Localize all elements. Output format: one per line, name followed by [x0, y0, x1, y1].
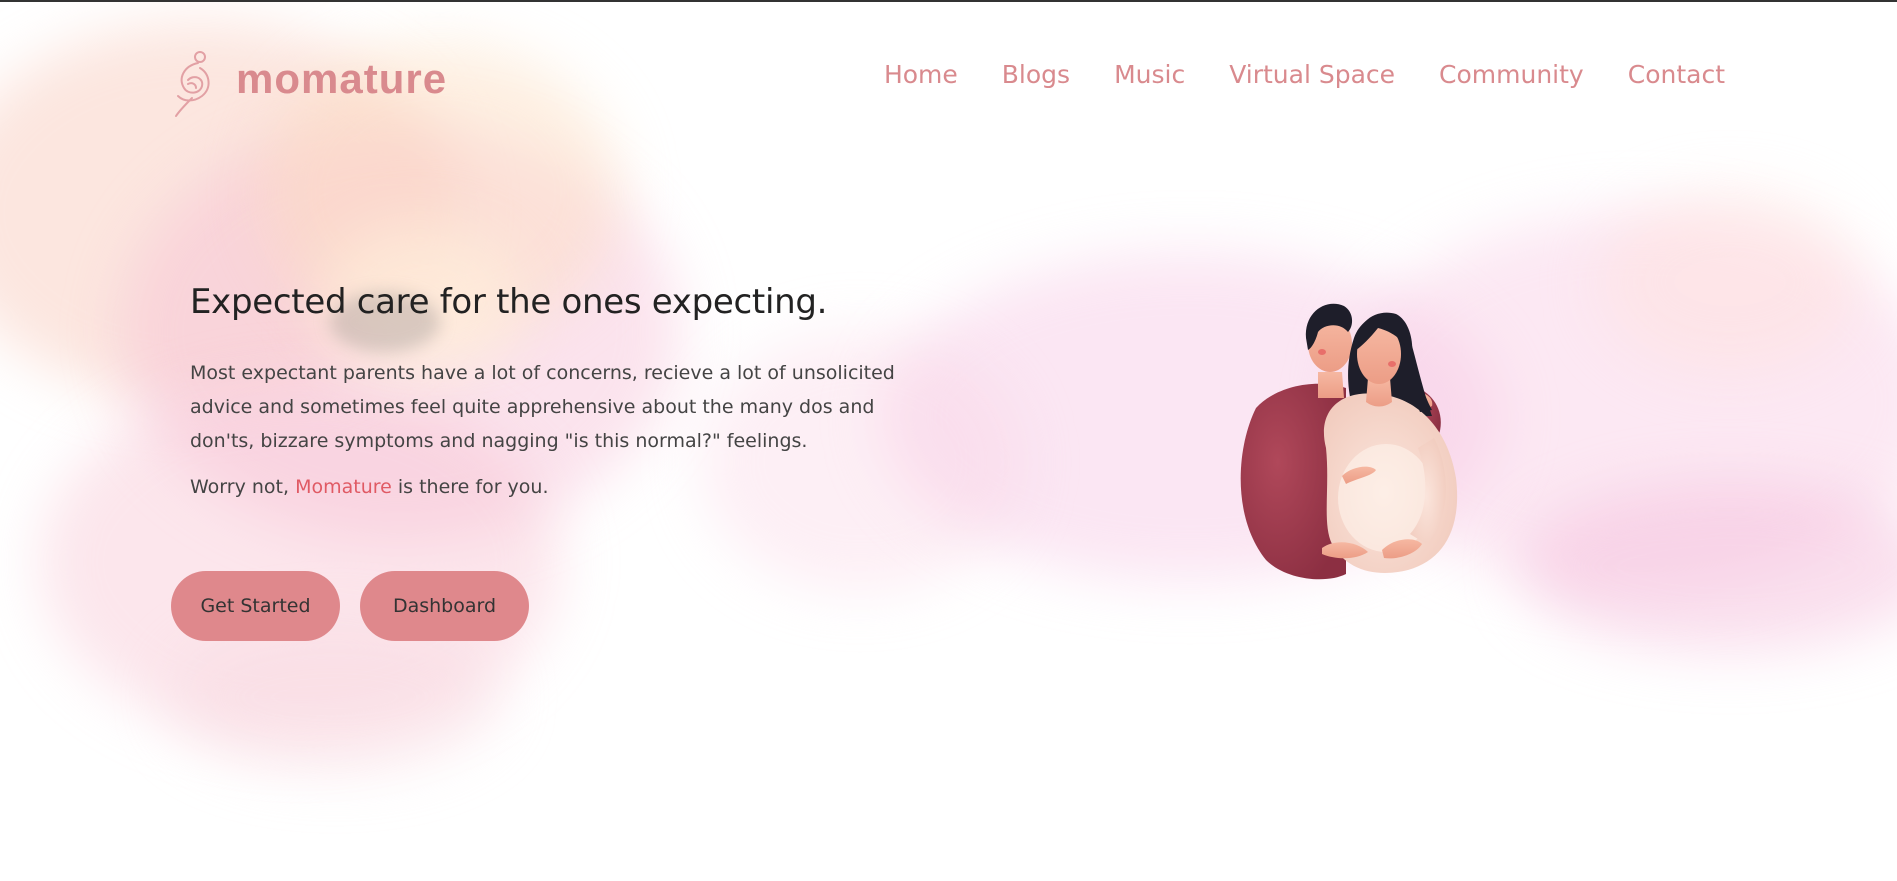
logo[interactable]: momature: [170, 48, 447, 118]
hero-note-prefix: Worry not,: [190, 476, 296, 498]
hero-note: Worry not, Momature is there for you.: [190, 476, 950, 498]
nav-contact[interactable]: Contact: [1628, 60, 1725, 89]
nav-blogs[interactable]: Blogs: [1002, 60, 1070, 89]
page: momature Home Blogs Music Virtual Space …: [0, 0, 1897, 881]
nav-music[interactable]: Music: [1114, 60, 1185, 89]
mother-logo-icon: [175, 51, 210, 117]
nav-community[interactable]: Community: [1439, 60, 1584, 89]
nav-home[interactable]: Home: [884, 60, 958, 89]
hero-note-suffix: is there for you.: [391, 476, 549, 498]
brand-name: momature: [236, 55, 448, 102]
hero-section: Expected care for the ones expecting. Mo…: [190, 282, 950, 498]
hero-actions: Get Started Dashboard: [171, 571, 529, 641]
main-nav: Home Blogs Music Virtual Space Community…: [884, 60, 1725, 89]
hero-description: Most expectant parents have a lot of con…: [190, 362, 895, 452]
expecting-couple-illustration: [1240, 303, 1458, 580]
hero-note-brand: Momature: [295, 476, 392, 498]
get-started-button[interactable]: Get Started: [171, 571, 340, 641]
nav-virtual-space[interactable]: Virtual Space: [1229, 60, 1395, 89]
dashboard-button[interactable]: Dashboard: [360, 571, 529, 641]
hero-title: Expected care for the ones expecting.: [190, 282, 828, 322]
